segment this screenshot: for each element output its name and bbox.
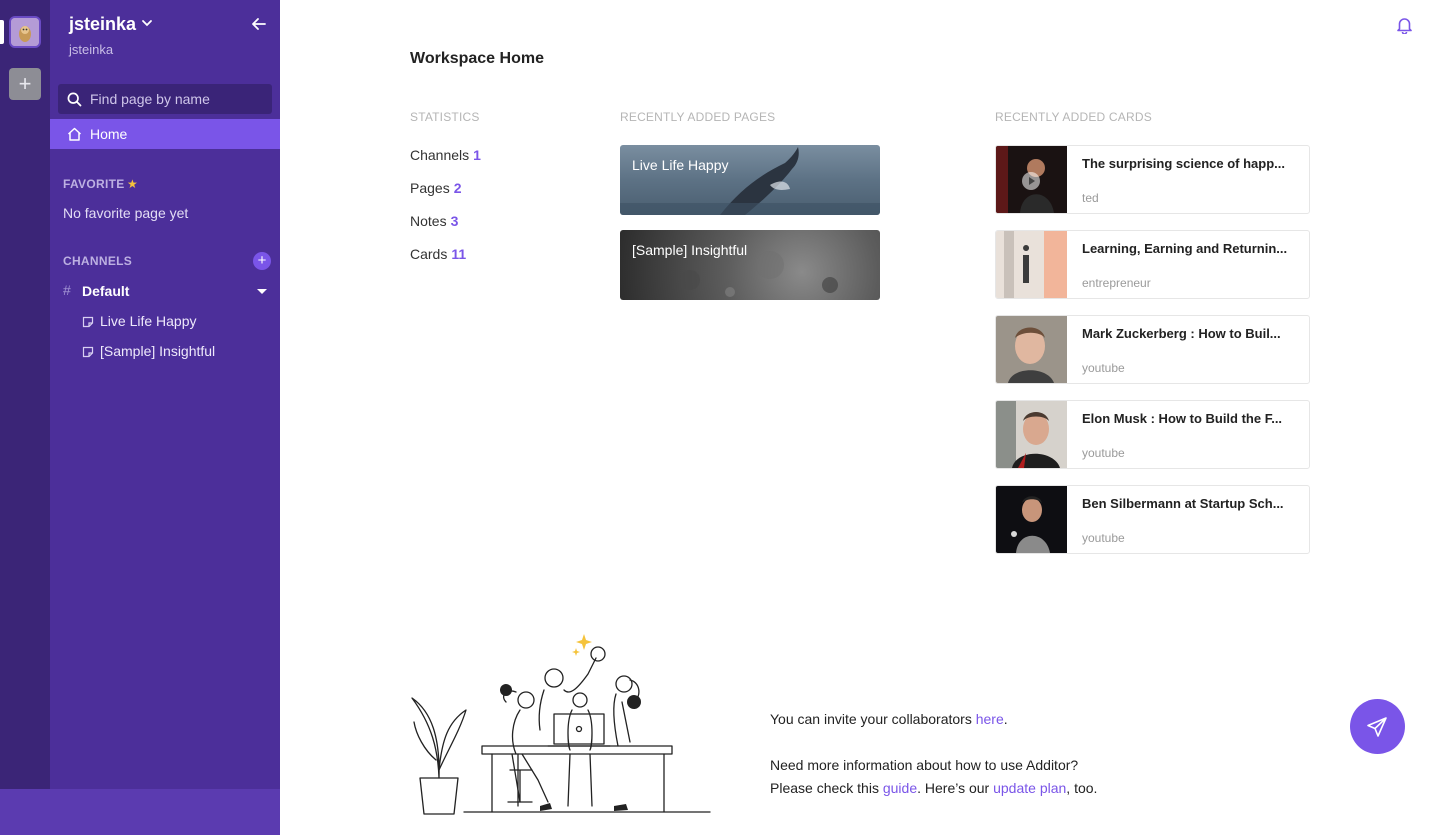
favorite-section-title: FAVORITE	[63, 177, 125, 191]
page-item[interactable]: [Sample] Insightful	[82, 342, 272, 362]
play-icon[interactable]	[1022, 172, 1040, 190]
stat-cards: Cards 11	[410, 246, 466, 262]
recent-page-title: [Sample] Insightful	[632, 242, 748, 258]
recent-card[interactable]: The surprising science of happ... ted	[995, 145, 1310, 214]
help-line-2: Please check this guide. Here’s our upda…	[770, 780, 1097, 796]
invite-text: You can invite your collaborators here.	[770, 711, 1008, 727]
help-prefix: Please check this	[770, 780, 883, 796]
update-plan-link[interactable]: update plan	[993, 780, 1066, 796]
stat-value: 3	[450, 213, 459, 229]
recent-page-title: Live Life Happy	[632, 157, 729, 173]
channel-item-default[interactable]: # Default	[63, 282, 273, 302]
card-source: entrepreneur	[1082, 276, 1151, 290]
star-icon: ★	[127, 177, 138, 191]
hash-icon: #	[63, 282, 71, 298]
page-icon	[82, 346, 94, 358]
page-search[interactable]	[58, 84, 272, 114]
channel-label: Default	[82, 283, 130, 299]
sidebar: jsteinka jsteinka Home FAVORITE ★ No fav…	[50, 0, 280, 789]
send-feedback-button[interactable]	[1350, 699, 1405, 754]
invite-prefix: You can invite your collaborators	[770, 711, 976, 727]
stat-label: Notes	[410, 213, 447, 229]
page-icon	[82, 316, 94, 328]
card-thumbnail	[996, 231, 1067, 298]
card-title: Elon Musk : How to Build the F...	[1082, 411, 1283, 426]
stat-label: Cards	[410, 246, 448, 262]
card-title: Learning, Earning and Returnin...	[1082, 241, 1288, 256]
stat-label: Channels	[410, 147, 470, 163]
card-title: The surprising science of happ...	[1082, 156, 1285, 171]
caret-down-icon[interactable]	[257, 289, 267, 294]
page-title: Workspace Home	[410, 50, 544, 67]
recent-card[interactable]: Ben Silbermann at Startup Sch... youtube	[995, 485, 1310, 554]
card-source: youtube	[1082, 531, 1125, 545]
search-input[interactable]	[90, 89, 266, 109]
send-icon	[1367, 717, 1387, 737]
moon-surface-cover-image	[680, 251, 838, 297]
invite-link[interactable]: here	[976, 711, 1004, 727]
card-source: youtube	[1082, 361, 1125, 375]
guide-link[interactable]: guide	[883, 780, 917, 796]
chevron-down-icon[interactable]	[140, 16, 154, 30]
whale-cover-image	[620, 147, 880, 215]
workspace-rail: +	[0, 0, 50, 789]
workspace-avatar[interactable]	[9, 16, 41, 48]
recent-card[interactable]: Learning, Earning and Returnin... entrep…	[995, 230, 1310, 299]
page-label: Live Life Happy	[100, 313, 197, 329]
stat-label: Pages	[410, 180, 450, 196]
card-source: ted	[1082, 191, 1099, 205]
add-workspace-button[interactable]: +	[9, 68, 41, 100]
page-label: [Sample] Insightful	[100, 343, 216, 359]
sidebar-item-label: Home	[90, 126, 128, 142]
channels-section-title: CHANNELS	[63, 254, 133, 268]
home-icon	[67, 127, 82, 141]
recent-page-card[interactable]: [Sample] Insightful	[620, 230, 880, 300]
recent-card[interactable]: Mark Zuckerberg : How to Buil... youtube	[995, 315, 1310, 384]
page-item[interactable]: Live Life Happy	[82, 312, 272, 332]
card-source: youtube	[1082, 446, 1125, 460]
stat-pages: Pages 2	[410, 180, 462, 196]
stat-value: 11	[451, 246, 467, 262]
card-thumbnail	[996, 401, 1067, 468]
help-middle: . Here’s our	[917, 780, 994, 796]
stat-notes: Notes 3	[410, 213, 458, 229]
add-channel-button[interactable]: +	[253, 252, 271, 270]
card-thumbnail	[996, 316, 1067, 383]
active-workspace-indicator	[0, 20, 4, 44]
sidebar-footer	[0, 789, 280, 835]
collapse-sidebar-icon[interactable]	[250, 15, 268, 33]
recent-pages-title: RECENTLY ADDED PAGES	[620, 110, 776, 124]
favorite-empty-text: No favorite page yet	[63, 205, 189, 221]
help-suffix: , too.	[1066, 780, 1098, 796]
notification-bell-icon[interactable]	[1396, 16, 1413, 34]
recent-cards-title: RECENTLY ADDED CARDS	[995, 110, 1152, 124]
recent-page-card[interactable]: Live Life Happy	[620, 145, 880, 215]
workspace-name[interactable]: jsteinka	[69, 14, 136, 35]
help-line-1: Need more information about how to use A…	[770, 757, 1079, 773]
invite-suffix: .	[1003, 711, 1008, 727]
card-title: Mark Zuckerberg : How to Buil...	[1082, 326, 1281, 341]
search-icon	[67, 92, 82, 107]
team-collaboration-illustration	[411, 634, 711, 815]
stat-channels: Channels 1	[410, 147, 481, 163]
card-thumbnail	[996, 486, 1067, 553]
sidebar-item-home[interactable]: Home	[50, 119, 280, 149]
stat-value: 2	[453, 180, 462, 196]
stat-value: 1	[473, 147, 481, 163]
card-title: Ben Silbermann at Startup Sch...	[1082, 496, 1284, 511]
statistics-title: STATISTICS	[410, 110, 480, 124]
workspace-username: jsteinka	[69, 42, 114, 57]
recent-card[interactable]: Elon Musk : How to Build the F... youtub…	[995, 400, 1310, 469]
